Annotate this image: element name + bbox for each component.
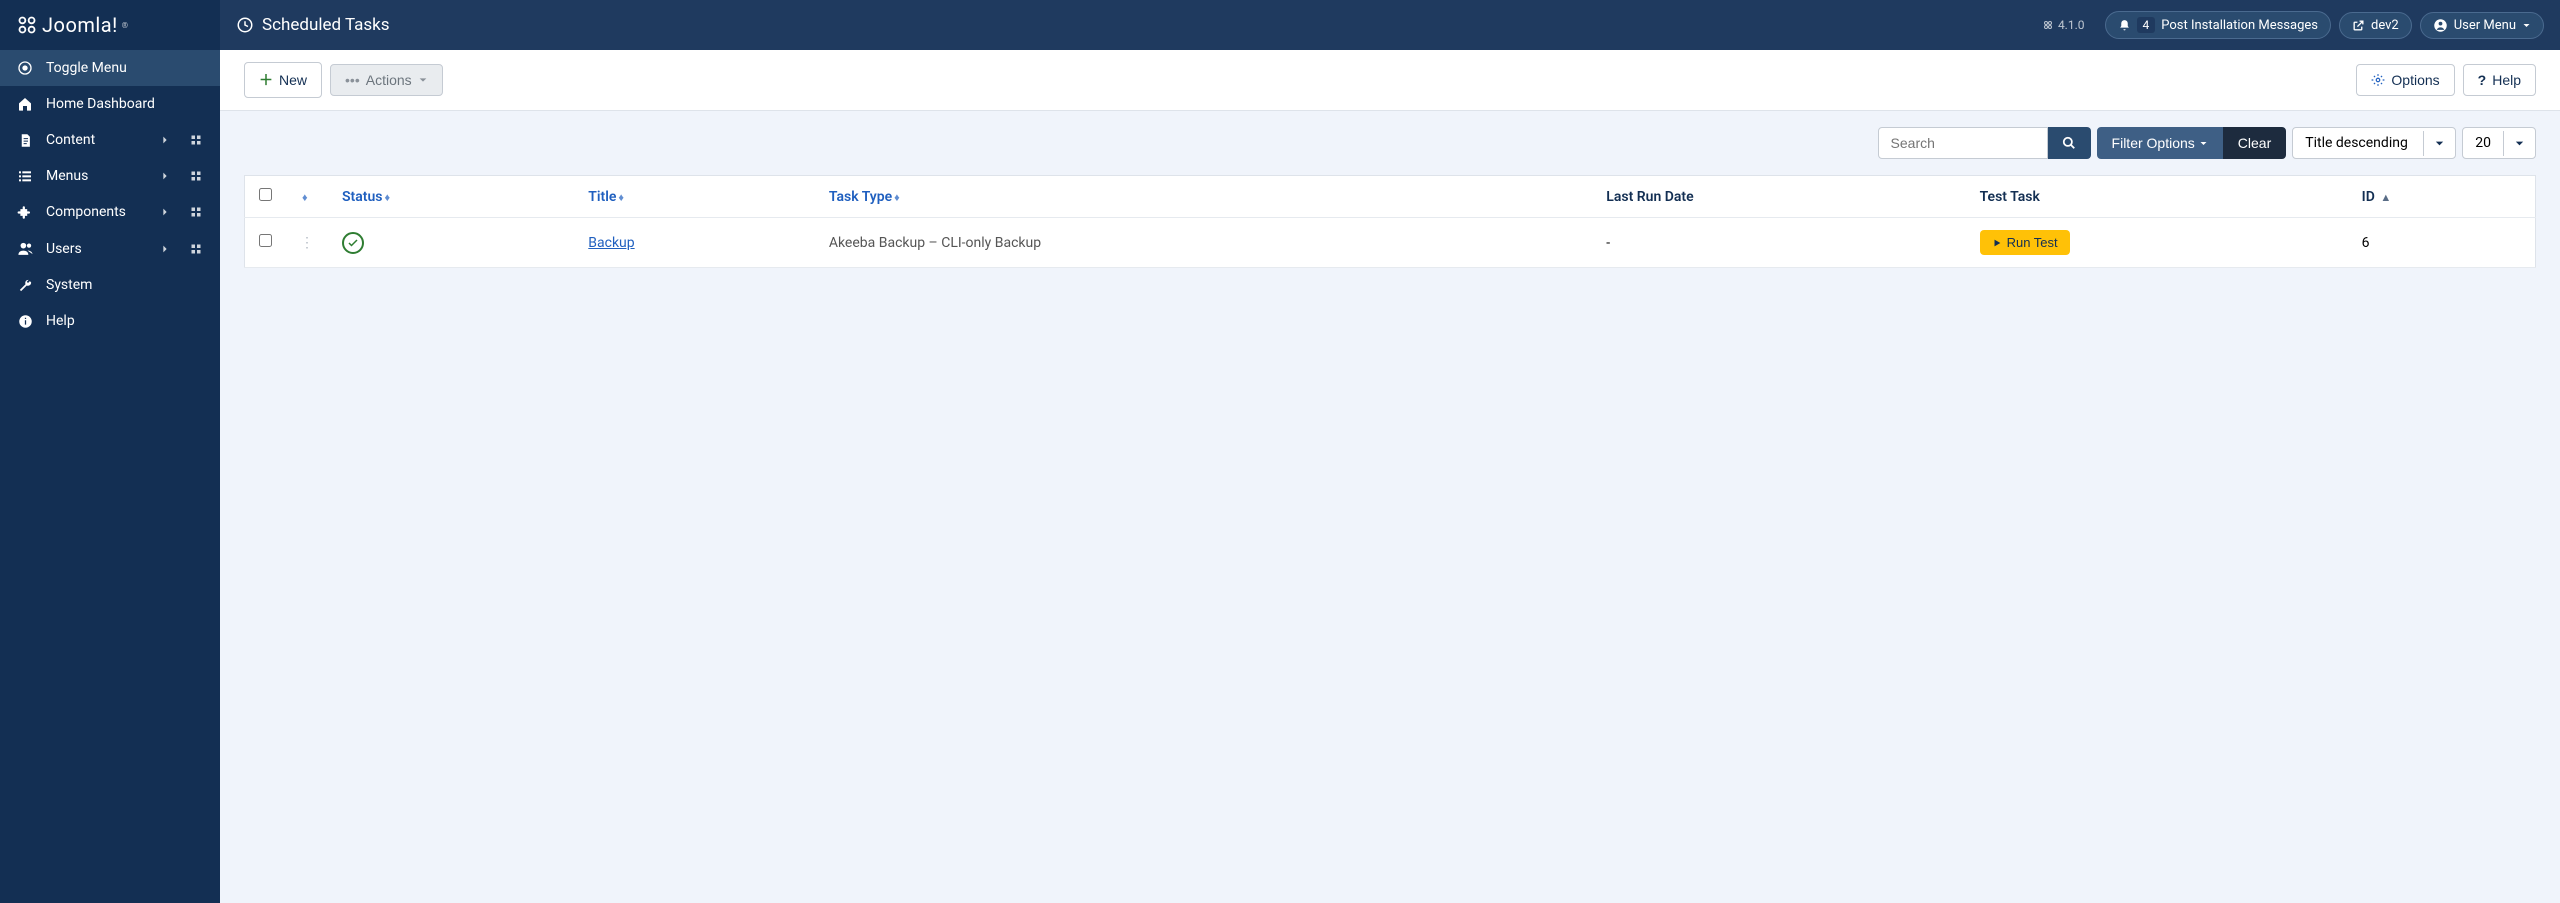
chevron-right-icon bbox=[160, 207, 174, 217]
grid-icon[interactable] bbox=[190, 170, 204, 182]
test-task-column: Test Task bbox=[1966, 176, 2348, 218]
row-reorder-handle[interactable]: ⋮ bbox=[286, 218, 328, 268]
post-install-label: Post Installation Messages bbox=[2161, 18, 2318, 33]
gear-icon bbox=[2371, 73, 2385, 87]
site-name: dev2 bbox=[2371, 18, 2399, 33]
search-button[interactable] bbox=[2048, 127, 2091, 159]
grid-icon[interactable] bbox=[190, 206, 204, 218]
id-column[interactable]: ID ▲ bbox=[2362, 189, 2392, 205]
sidebar: Joomla!® Toggle Menu Home Dashboard Cont… bbox=[0, 0, 220, 903]
site-link-pill[interactable]: dev2 bbox=[2339, 12, 2412, 39]
search-input[interactable] bbox=[1878, 127, 2048, 159]
sidebar-item-help[interactable]: Help bbox=[0, 303, 220, 339]
topbar: Scheduled Tasks 4.1.0 4 Post Installatio… bbox=[220, 0, 2560, 50]
limit-select[interactable]: 20 bbox=[2462, 127, 2536, 159]
brand-text: Joomla! bbox=[42, 13, 118, 37]
status-column[interactable]: Status♦ bbox=[342, 189, 390, 205]
search-icon bbox=[2062, 136, 2076, 150]
check-icon bbox=[347, 237, 359, 249]
chevron-right-icon bbox=[160, 244, 174, 254]
toggle-icon bbox=[16, 60, 34, 76]
puzzle-icon bbox=[16, 204, 34, 220]
grid-icon[interactable] bbox=[190, 243, 204, 255]
sidebar-item-components[interactable]: Components bbox=[0, 194, 220, 230]
sidebar-item-users[interactable]: Users bbox=[0, 230, 220, 267]
info-icon bbox=[16, 314, 34, 329]
last-run-cell: - bbox=[1592, 218, 1965, 268]
plus-icon: ＋ bbox=[259, 70, 273, 90]
clock-icon bbox=[236, 16, 254, 34]
filter-bar: Filter Options Clear Title descending 20 bbox=[244, 127, 2536, 159]
external-link-icon bbox=[2352, 19, 2365, 32]
sidebar-item-home[interactable]: Home Dashboard bbox=[0, 86, 220, 122]
help-button[interactable]: ? Help bbox=[2463, 64, 2536, 96]
actions-button[interactable]: ••• Actions bbox=[330, 64, 443, 96]
sort-select[interactable]: Title descending bbox=[2292, 127, 2456, 159]
brand-logo[interactable]: Joomla!® bbox=[0, 0, 220, 50]
row-checkbox[interactable] bbox=[259, 234, 272, 247]
list-icon bbox=[16, 168, 34, 184]
options-button[interactable]: Options bbox=[2356, 64, 2454, 96]
question-icon: ? bbox=[2478, 72, 2487, 88]
chevron-down-icon[interactable] bbox=[2423, 131, 2455, 156]
table-row: ⋮ Backup Akeeba Backup – CLI-only Backup… bbox=[245, 218, 2536, 268]
toolbar: ＋ New ••• Actions Options ? Help bbox=[220, 50, 2560, 111]
select-all-checkbox[interactable] bbox=[259, 188, 272, 201]
version-label: 4.1.0 bbox=[2042, 18, 2085, 32]
status-badge-enabled[interactable] bbox=[342, 232, 364, 254]
sidebar-item-menus[interactable]: Menus bbox=[0, 158, 220, 194]
limit-value: 20 bbox=[2463, 128, 2503, 158]
sidebar-item-label: Home Dashboard bbox=[46, 96, 204, 112]
grid-icon[interactable] bbox=[190, 134, 204, 146]
users-icon bbox=[16, 240, 34, 257]
title-column[interactable]: Title♦ bbox=[588, 189, 624, 205]
clear-button[interactable]: Clear bbox=[2223, 127, 2286, 159]
home-icon bbox=[16, 96, 34, 112]
notifications-pill[interactable]: 4 Post Installation Messages bbox=[2105, 11, 2331, 39]
sidebar-item-label: Users bbox=[46, 241, 148, 257]
wrench-icon bbox=[16, 278, 34, 293]
task-title-link[interactable]: Backup bbox=[588, 235, 634, 251]
user-icon bbox=[2433, 18, 2448, 33]
sidebar-item-label: Content bbox=[46, 132, 148, 148]
order-column[interactable]: ♦ bbox=[300, 189, 308, 205]
joomla-small-icon bbox=[2042, 19, 2054, 31]
sidebar-item-content[interactable]: Content bbox=[0, 122, 220, 158]
sidebar-item-system[interactable]: System bbox=[0, 267, 220, 303]
id-cell: 6 bbox=[2348, 218, 2536, 268]
sidebar-item-label: Menus bbox=[46, 168, 148, 184]
bell-icon bbox=[2118, 19, 2131, 32]
toggle-menu[interactable]: Toggle Menu bbox=[0, 50, 220, 86]
run-test-button[interactable]: Run Test bbox=[1980, 230, 2070, 255]
chevron-down-icon bbox=[418, 75, 428, 85]
task-type-cell: Akeeba Backup – CLI-only Backup bbox=[815, 218, 1592, 268]
user-menu-label: User Menu bbox=[2454, 18, 2516, 33]
chevron-down-icon bbox=[2522, 21, 2531, 30]
sidebar-item-label: System bbox=[46, 277, 204, 293]
user-menu-pill[interactable]: User Menu bbox=[2420, 12, 2544, 39]
sidebar-item-label: Help bbox=[46, 313, 204, 329]
sort-value: Title descending bbox=[2293, 128, 2423, 158]
sidebar-item-label: Components bbox=[46, 204, 148, 220]
joomla-icon bbox=[16, 14, 38, 36]
tasks-table: ♦ Status♦ Title♦ Task Type♦ Last Run Dat… bbox=[244, 175, 2536, 268]
task-type-column[interactable]: Task Type♦ bbox=[829, 189, 900, 205]
new-button[interactable]: ＋ New bbox=[244, 62, 322, 98]
filter-options-button[interactable]: Filter Options bbox=[2097, 127, 2223, 159]
chevron-down-icon[interactable] bbox=[2503, 131, 2535, 156]
play-icon bbox=[1992, 238, 2002, 248]
last-run-column: Last Run Date bbox=[1592, 176, 1965, 218]
file-icon bbox=[16, 133, 34, 148]
chevron-right-icon bbox=[160, 171, 174, 181]
chevron-right-icon bbox=[160, 135, 174, 145]
chevron-down-icon bbox=[2199, 139, 2208, 148]
ellipsis-icon: ••• bbox=[345, 72, 360, 88]
toggle-label: Toggle Menu bbox=[46, 60, 204, 76]
notif-count: 4 bbox=[2137, 17, 2156, 33]
page-title: Scheduled Tasks bbox=[262, 15, 390, 35]
